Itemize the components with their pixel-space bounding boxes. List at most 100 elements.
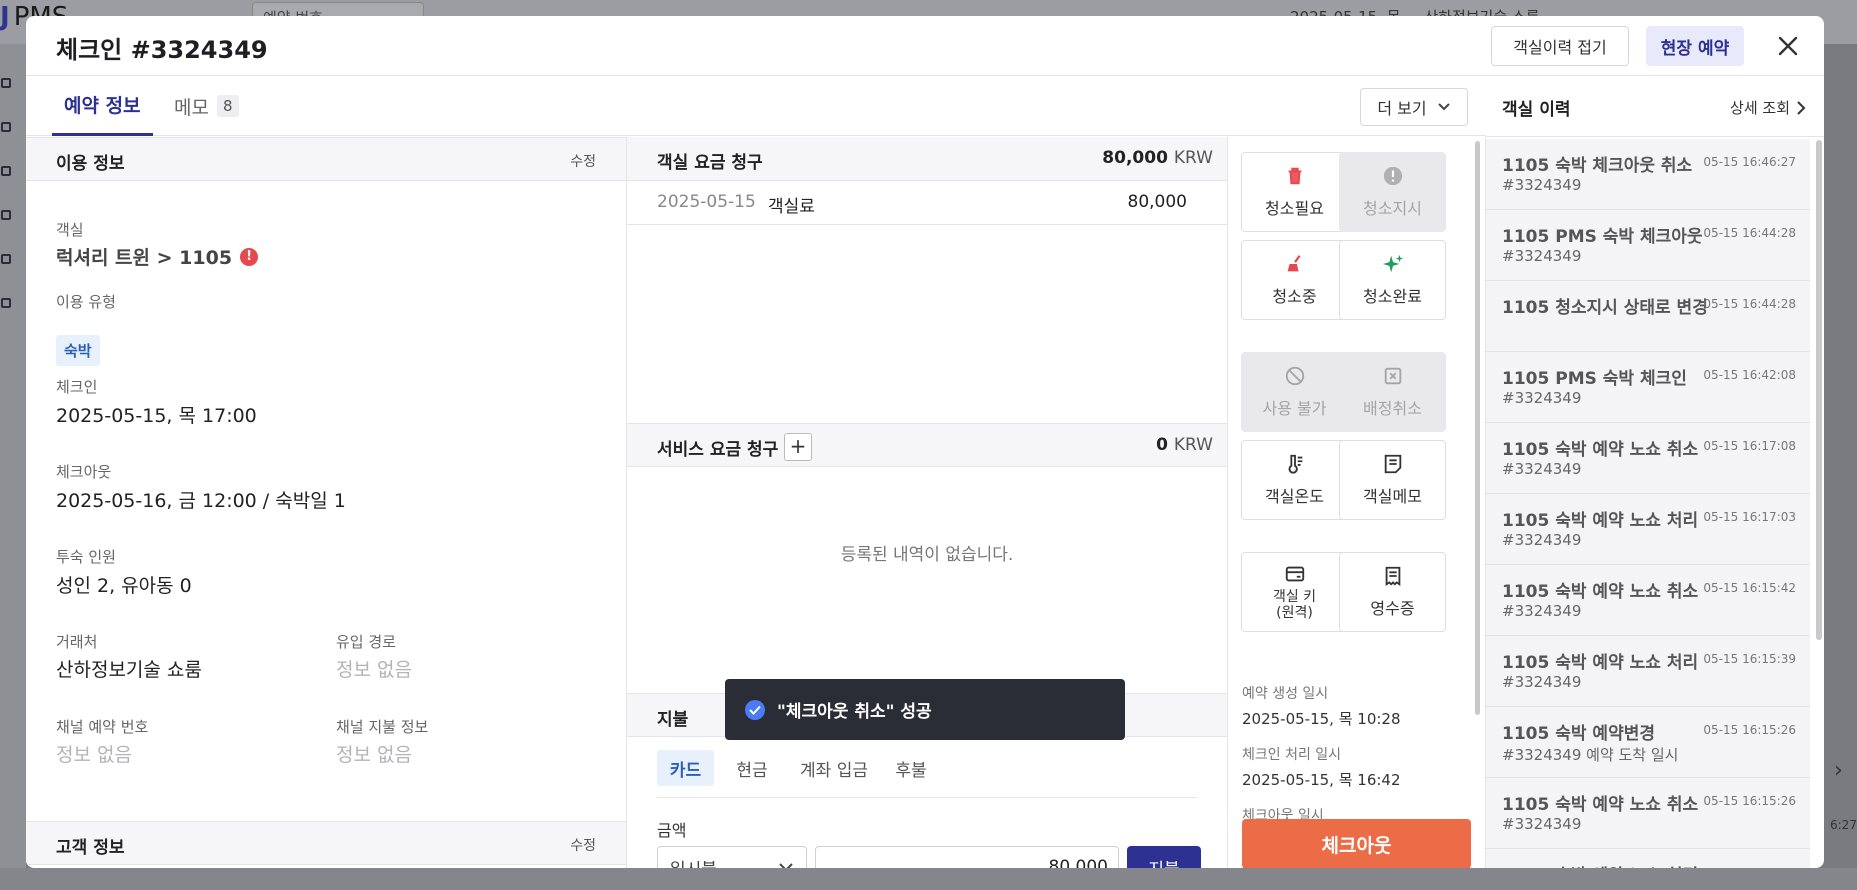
history-detail-link[interactable]: 상세 조회 bbox=[1730, 97, 1806, 118]
more-dropdown[interactable]: 더 보기 bbox=[1360, 88, 1468, 126]
history-item-sub: #3324349 bbox=[1502, 460, 1582, 478]
history-item[interactable]: 1105 PMS 숙박 체크인 #3324349 05-15 16:42:08 bbox=[1486, 352, 1810, 423]
history-item[interactable]: 1105 숙박 예약 노쇼 취소 #3324349 05-15 16:17:08 bbox=[1486, 423, 1810, 494]
history-item-sub: #3324349 bbox=[1502, 247, 1582, 265]
usage-info-panel: 이용 정보 수정 객실 럭셔리 트윈 > 1105 ! 이용 유형 숙박 체크인… bbox=[26, 137, 627, 868]
chevron-down-icon bbox=[779, 863, 793, 868]
history-item[interactable]: 1105 숙박 예약 노쇼 처리 bbox=[1486, 849, 1810, 868]
trash-icon bbox=[1288, 167, 1301, 185]
tab-bank-transfer[interactable]: 계좌 입금 bbox=[794, 750, 874, 786]
history-item[interactable]: 1105 숙박 예약변경 #3324349 예약 도착 일시 05-15 16:15… bbox=[1486, 707, 1810, 778]
scrollbar[interactable] bbox=[1475, 141, 1480, 715]
clean-done-button[interactable]: 청소완료 bbox=[1339, 240, 1446, 320]
checkout-value: 2025-05-16, 금 12:00 / 숙박일 1 bbox=[56, 490, 346, 512]
broom-icon bbox=[1287, 255, 1300, 272]
history-item[interactable]: 1105 숙박 예약 노쇼 처리 #3324349 05-15 16:15:39 bbox=[1486, 636, 1810, 707]
room-memo-button[interactable]: 객실메모 bbox=[1339, 440, 1446, 520]
history-item-title: 1105 숙박 예약변경 bbox=[1502, 724, 1655, 744]
unassign-button[interactable]: 배정취소 bbox=[1339, 352, 1446, 432]
history-item[interactable]: 1105 숙박 체크아웃 취소 #3324349 05-15 16:46:27 bbox=[1486, 139, 1810, 210]
customer-edit-link[interactable]: 수정 bbox=[570, 835, 596, 855]
history-item-date: 05-15 16:44:28 bbox=[1703, 226, 1796, 240]
room-charge-row: 2025-05-15 객실료 80,000 bbox=[627, 181, 1227, 225]
checkin-value: 2025-05-15, 목 17:00 bbox=[56, 405, 257, 427]
background-next-icon: › bbox=[1834, 758, 1843, 783]
room-value: 럭셔리 트윈 > 1105 ! bbox=[56, 243, 259, 270]
reservation-tabs: 예약 정보 메모 8 bbox=[26, 76, 1486, 136]
history-item-sub: #3324349 bbox=[1502, 389, 1582, 407]
history-item-title: 1105 숙박 예약 노쇼 처리 bbox=[1502, 511, 1699, 531]
chevron-right-icon bbox=[1797, 100, 1806, 115]
amount-label: 금액 bbox=[657, 821, 687, 840]
room-history-panel: 객실 이력 상세 조회 1105 숙박 체크아웃 취소 #3324349 05-15… bbox=[1486, 76, 1824, 868]
created-label: 예약 생성 일시 bbox=[1242, 686, 1329, 702]
history-item[interactable]: 1105 숙박 예약 노쇼 취소 #3324349 05-15 16:15:26 bbox=[1486, 778, 1810, 849]
pay-button[interactable]: 지불 bbox=[1127, 846, 1201, 868]
history-item-sub: #3324349 bbox=[1502, 602, 1582, 620]
history-item-title: 1105 PMS 숙박 체크인 bbox=[1502, 369, 1687, 389]
history-item-sub: #3324349 bbox=[1502, 176, 1582, 194]
check-circle-icon bbox=[745, 699, 765, 720]
history-item[interactable]: 1105 숙박 예약 노쇼 처리 #3324349 05-15 16:17:03 bbox=[1486, 494, 1810, 565]
checkin-processed-value: 2025-05-15, 목 16:42 bbox=[1242, 771, 1401, 789]
history-item-date: 05-15 16:17:03 bbox=[1703, 510, 1796, 524]
history-item-sub: #3324349 예약 도착 일시 bbox=[1502, 746, 1679, 764]
history-item-date: 05-15 16:15:42 bbox=[1703, 581, 1796, 595]
history-item-sub: #3324349 bbox=[1502, 815, 1582, 833]
add-service-button[interactable]: + bbox=[784, 433, 812, 461]
sidebar-icon bbox=[1, 166, 11, 176]
history-item[interactable]: 1105 청소지시 상태로 변경 05-15 16:44:28 bbox=[1486, 281, 1810, 352]
tab-deferred[interactable]: 후불 bbox=[887, 750, 935, 786]
receipt-button[interactable]: 영수증 bbox=[1339, 552, 1446, 632]
scrollbar[interactable] bbox=[1816, 140, 1822, 640]
usage-edit-link[interactable]: 수정 bbox=[570, 151, 596, 171]
history-item[interactable]: 1105 숙박 예약 노쇼 취소 #3324349 05-15 16:15:42 bbox=[1486, 565, 1810, 636]
modal-header: 체크인 #3324349 객실이력 접기 현장 예약 bbox=[26, 16, 1824, 76]
usage-type-chip: 숙박 bbox=[56, 335, 100, 366]
room-charge-total: 80,000 bbox=[1102, 148, 1168, 168]
chevron-down-icon bbox=[1437, 103, 1450, 111]
history-item-date: 05-15 16:15:26 bbox=[1703, 723, 1796, 737]
tab-cash[interactable]: 현금 bbox=[727, 750, 777, 786]
room-history-header: 객실 이력 상세 조회 bbox=[1486, 76, 1824, 137]
installment-select[interactable]: 일시불 bbox=[657, 846, 807, 868]
room-temperature-button[interactable]: 객실온도 bbox=[1241, 440, 1348, 520]
tab-reservation-info[interactable]: 예약 정보 bbox=[52, 76, 153, 136]
history-item-title: 1105 숙박 예약 노쇼 처리 bbox=[1502, 861, 1698, 868]
room-key-remote-button[interactable]: 객실 키 (원격) bbox=[1241, 552, 1348, 632]
cleaning-button[interactable]: 청소중 bbox=[1241, 240, 1348, 320]
service-charge-header: 서비스 요금 청구 + 0 KRW bbox=[627, 423, 1227, 467]
history-item-date: 05-15 16:17:08 bbox=[1703, 439, 1796, 453]
history-item-date: 05-15 16:46:27 bbox=[1703, 155, 1796, 169]
history-item[interactable]: 1105 PMS 숙박 체크아웃 #3324349 05-15 16:44:28 bbox=[1486, 210, 1810, 281]
success-toast: "체크아웃 취소" 성공 bbox=[725, 679, 1125, 740]
checkout-button[interactable]: 체크아웃 bbox=[1242, 819, 1471, 868]
sidebar-icon bbox=[1, 298, 11, 308]
out-of-order-button[interactable]: 사용 불가 bbox=[1241, 352, 1348, 432]
checkout-label: 체크아웃 bbox=[56, 463, 112, 481]
channel-pay-value: 정보 없음 bbox=[336, 744, 412, 766]
client-label: 거래처 bbox=[56, 633, 98, 651]
created-value: 2025-05-15, 목 10:28 bbox=[1242, 710, 1401, 728]
history-item-title: 1105 청소지시 상태로 변경 bbox=[1502, 298, 1708, 318]
thermometer-icon bbox=[1288, 454, 1302, 474]
sidebar-icon bbox=[1, 122, 11, 132]
amount-input[interactable] bbox=[815, 846, 1119, 868]
checkin-modal: 체크인 #3324349 객실이력 접기 현장 예약 예약 정보 메모 8 더 보… bbox=[26, 16, 1824, 868]
tab-card[interactable]: 카드 bbox=[657, 750, 714, 786]
charge-date: 2025-05-15 bbox=[657, 192, 756, 212]
room-label: 객실 bbox=[56, 221, 84, 239]
clean-order-button[interactable]: 청소지시 bbox=[1339, 152, 1446, 232]
channel-value: 정보 없음 bbox=[336, 659, 412, 681]
history-item-sub: #3324349 bbox=[1502, 673, 1582, 691]
checkin-processed-label: 체크인 처리 일시 bbox=[1242, 747, 1342, 763]
collapse-history-button[interactable]: 객실이력 접기 bbox=[1491, 26, 1629, 66]
memo-count-badge: 8 bbox=[216, 95, 239, 117]
close-icon[interactable] bbox=[1772, 30, 1804, 62]
history-item-title: 1105 숙박 예약 노쇼 처리 bbox=[1502, 653, 1699, 673]
clean-needed-button[interactable]: 청소필요 bbox=[1241, 152, 1348, 232]
service-charge-total: 0 bbox=[1156, 435, 1168, 455]
walkin-reservation-button[interactable]: 현장 예약 bbox=[1646, 26, 1744, 66]
memo-icon bbox=[1384, 454, 1401, 474]
tab-memo[interactable]: 메모 8 bbox=[174, 76, 239, 136]
